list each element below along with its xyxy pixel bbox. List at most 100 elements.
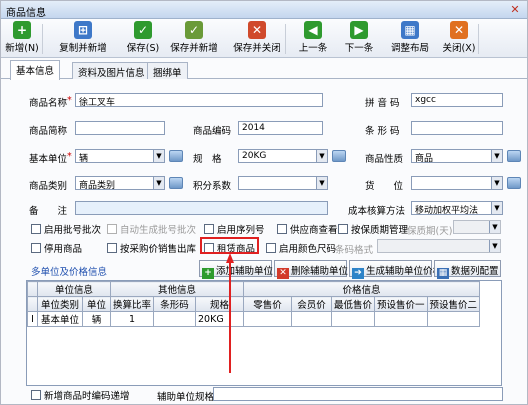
add-toolbar-button[interactable]: + 新增(N) — [5, 21, 39, 57]
unit-select[interactable]: 辆 ▼ — [75, 149, 165, 163]
tab-bundle[interactable]: 捆绑单 — [147, 62, 188, 79]
nature-label: 商品性质 — [365, 154, 404, 165]
add-unit-button[interactable]: + 添加辅助单位 — [199, 260, 273, 279]
save-add-icon: ✓ — [185, 21, 203, 39]
location-select[interactable]: ▼ — [411, 176, 503, 190]
title-bar: 商品信息 ✕ — [1, 1, 527, 19]
spec-lookup-icon[interactable] — [332, 150, 346, 162]
nature-lookup-icon[interactable] — [507, 150, 521, 162]
auto-batch-checkbox[interactable]: 自动生成批号批次 — [107, 222, 196, 236]
col-header[interactable]: 预设售价一 — [374, 296, 428, 312]
unit-label: 基本单位 — [29, 154, 68, 165]
prev-toolbar-button[interactable]: ◀ 上一条 — [294, 21, 332, 57]
save-close-toolbar-button[interactable]: ✕ 保存并关闭 — [227, 21, 287, 57]
col-header[interactable]: 单位 — [82, 296, 111, 312]
cell-ratio[interactable]: 1 — [109, 311, 155, 327]
batch-checkbox[interactable]: 启用批号批次 — [31, 222, 101, 236]
unit-lookup-icon[interactable] — [169, 150, 183, 162]
chevron-down-icon[interactable]: ▼ — [489, 240, 500, 252]
col-header[interactable]: 换算比率 — [109, 296, 155, 312]
save-close-icon-glyph: ✕ — [251, 23, 263, 37]
next-toolbar-button[interactable]: ▶ 下一条 — [340, 21, 378, 57]
spec-label: 规 格 — [193, 154, 222, 165]
cell-barcode[interactable] — [153, 311, 197, 327]
arrow-right-icon: ➔ — [352, 268, 364, 279]
toolbar-button-label: 下一条 — [344, 43, 374, 54]
col-header[interactable]: 最低售价 — [331, 296, 376, 312]
costing-label: 成本核算方法 — [348, 206, 406, 217]
category-select[interactable]: 商品类别 ▼ — [75, 176, 165, 190]
col-header[interactable]: 条形码 — [153, 296, 197, 312]
chevron-down-icon[interactable]: ▼ — [316, 150, 327, 162]
points-label: 积分系数 — [193, 181, 232, 192]
supplier-checkbox[interactable]: 供应商查看 — [277, 222, 338, 236]
serial-checkbox[interactable]: 启用序列号 — [204, 222, 265, 236]
col-header[interactable]: 会员价 — [291, 296, 333, 312]
group-price-header: 价格信息 — [243, 281, 481, 297]
spec-select[interactable]: 20KG ▼ — [238, 149, 328, 163]
delete-unit-button[interactable]: ✕ 删除辅助单位 — [274, 260, 348, 279]
chevron-down-icon[interactable]: ▼ — [153, 150, 164, 162]
tab-strip: 基本信息 资料及图片信息 捆绑单 — [1, 59, 527, 80]
next-icon-glyph: ▶ — [354, 23, 364, 37]
short-name-field[interactable] — [75, 121, 165, 135]
chevron-down-icon[interactable]: ▼ — [491, 177, 502, 189]
col-header[interactable]: 单位类别 — [37, 296, 83, 312]
code-field[interactable]: 2014 — [238, 121, 323, 135]
toolbar-button-label: 保存并关闭 — [233, 43, 281, 54]
col-header[interactable]: 零售价 — [243, 296, 293, 312]
unit-price-grid: 单位信息 其他信息 价格信息 单位类别 单位 换算比率 条形码 规格 零售价 会… — [26, 280, 502, 386]
toolbar-button-label: 新增(N) — [5, 43, 39, 54]
chevron-down-icon[interactable]: ▼ — [153, 177, 164, 189]
name-field[interactable]: 徐工叉车 — [75, 93, 323, 107]
save-add-toolbar-button[interactable]: ✓ 保存并新增 — [168, 21, 220, 57]
auto-code-checkbox[interactable]: 新增商品时编码递增 — [31, 388, 130, 402]
col-header[interactable]: 规格 — [195, 296, 245, 312]
name-label: 商品名称 — [29, 98, 68, 109]
barcode-format-select[interactable]: ▼ — [377, 239, 501, 253]
chevron-down-icon[interactable]: ▼ — [491, 202, 502, 214]
window-title: 商品信息 — [6, 8, 46, 19]
shelf-days-select[interactable]: ▼ — [453, 220, 501, 234]
close-icon-glyph: ✕ — [453, 23, 465, 37]
copy-add-toolbar-button[interactable]: ⊞ 复制并新增 — [52, 21, 114, 57]
save-toolbar-button[interactable]: ✓ 保存(S) — [125, 21, 161, 57]
chevron-down-icon[interactable]: ▼ — [489, 221, 500, 233]
product-info-window: 商品信息 ✕ + 新增(N) ⊞ 复制并新增 ✓ 保存(S) ✓ 保存并新增 ✕ 保存并关闭 ◀ 上一… — [0, 0, 528, 405]
note-field[interactable] — [75, 201, 328, 215]
cell-spec[interactable]: 20KG — [195, 311, 245, 327]
save-close-icon: ✕ — [248, 21, 266, 39]
disable-product-checkbox[interactable]: 停用商品 — [31, 241, 82, 255]
color-size-checkbox[interactable]: 启用颜色尺码 — [266, 241, 336, 255]
purchase-price-checkbox[interactable]: 按采购价销售出库 — [107, 241, 196, 255]
location-lookup-icon[interactable] — [507, 177, 521, 189]
cell-unit-type[interactable]: 基本单位 — [37, 311, 83, 327]
points-select[interactable]: ▼ — [238, 176, 328, 190]
tab-materials-images[interactable]: 资料及图片信息 — [72, 62, 151, 79]
category-lookup-icon[interactable] — [169, 177, 183, 189]
cell-unit[interactable]: 辆 — [82, 311, 111, 327]
barcode-format-label: 条码格式 — [335, 245, 374, 256]
generate-price-button[interactable]: ➔ 生成辅助单位价格 — [349, 260, 442, 279]
table-row[interactable]: I 基本单位 辆 1 20KG — [27, 311, 481, 327]
barcode-field[interactable] — [411, 121, 503, 135]
annotation-arrow — [226, 253, 234, 373]
nature-select[interactable]: 商品 ▼ — [411, 149, 503, 163]
costing-select[interactable]: 移动加权平均法 ▼ — [411, 201, 503, 215]
copy-add-icon: ⊞ — [74, 21, 92, 39]
close-icon: ✕ — [450, 21, 468, 39]
col-header[interactable]: 预设售价二 — [426, 296, 481, 312]
tab-basic-info[interactable]: 基本信息 — [10, 60, 61, 80]
column-config-button[interactable]: ▦ 数据列配置 — [434, 260, 501, 279]
aux-spec-field[interactable] — [213, 387, 503, 401]
chevron-down-icon[interactable]: ▼ — [491, 150, 502, 162]
shelf-life-checkbox[interactable]: 按保质期管理 — [338, 222, 408, 236]
pinyin-field[interactable]: xgcc — [411, 93, 503, 107]
close-toolbar-button[interactable]: ✕ 关闭(X) — [439, 21, 479, 57]
save-icon-glyph: ✓ — [137, 23, 149, 37]
layout-icon-glyph: ▦ — [404, 23, 416, 37]
barcode-label: 条 形 码 — [365, 126, 400, 137]
chevron-down-icon[interactable]: ▼ — [316, 177, 327, 189]
layout-toolbar-button[interactable]: ▦ 调整布局 — [387, 21, 433, 57]
window-close-icon[interactable]: ✕ — [508, 3, 522, 16]
